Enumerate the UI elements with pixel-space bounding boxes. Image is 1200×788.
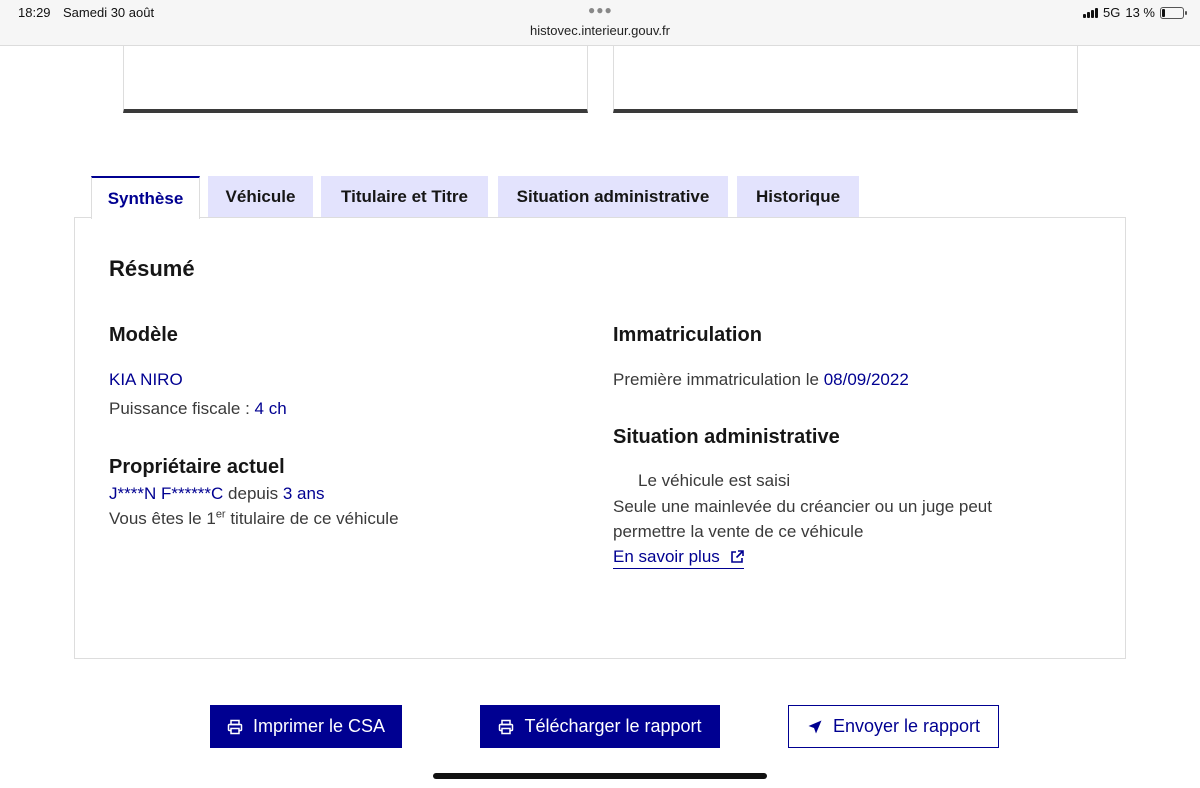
holder-rank-sup: er: [215, 508, 226, 521]
home-indicator[interactable]: [433, 773, 767, 779]
printer-icon: [227, 719, 243, 734]
network-type: 5G: [1103, 5, 1121, 20]
download-report-button[interactable]: Télécharger le rapport: [480, 705, 720, 748]
ios-status-bar: 18:29 Samedi 30 août ●●● histovec.interi…: [0, 0, 1200, 46]
admin-status: Le véhicule est saisi: [638, 471, 791, 490]
fiscal-power-label: Puissance fiscale :: [109, 399, 255, 418]
owner-since-label: depuis: [223, 484, 283, 503]
printer-icon: [499, 719, 514, 734]
send-report-label: Envoyer le rapport: [832, 716, 981, 736]
external-link-icon: [730, 550, 744, 563]
first-registration: Première immatriculation le 08/09/2022: [613, 370, 909, 390]
fiscal-power: Puissance fiscale : 4 ch: [109, 399, 287, 419]
admin-line-1: Seule une mainlevée du créancier ou un j…: [613, 497, 992, 516]
print-csa-button[interactable]: Imprimer le CSA: [210, 705, 402, 748]
download-report-label: Télécharger le rapport: [524, 716, 702, 736]
top-card-left: [123, 46, 588, 113]
send-report-button[interactable]: Envoyer le rapport: [788, 705, 999, 748]
tab-vehicule[interactable]: Véhicule: [208, 176, 313, 218]
send-icon: [808, 720, 822, 733]
holder-rank: Vous êtes le 1er titulaire de ce véhicul…: [109, 509, 399, 529]
tab-titulaire-titre[interactable]: Titulaire et Titre: [321, 176, 488, 218]
battery-icon: [1160, 6, 1187, 19]
fiscal-power-value: 4 ch: [254, 399, 287, 418]
status-date: Samedi 30 août: [63, 5, 155, 20]
learn-more-label: En savoir plus: [613, 547, 720, 566]
holder-rank-suffix: titulaire de ce véhicule: [225, 509, 399, 528]
status-time: 18:29: [18, 5, 51, 20]
registration-heading: Immatriculation: [613, 324, 762, 346]
tab-historique[interactable]: Historique: [737, 176, 859, 218]
top-card-right: [613, 46, 1078, 113]
status-indicators: 5G 13 %: [1083, 5, 1187, 20]
model-name: KIA NIRO: [109, 370, 183, 389]
owner-line: J****N F******C depuis 3 ans: [109, 484, 324, 504]
owner-heading: Propriétaire actuel: [109, 456, 285, 478]
signal-icon: [1083, 7, 1099, 18]
synthese-panel: Résumé Modèle KIA NIRO Puissance fiscale…: [74, 217, 1126, 659]
model-heading: Modèle: [109, 324, 178, 346]
summary-title: Résumé: [109, 256, 195, 281]
address-bar-url[interactable]: histovec.interieur.gouv.fr: [0, 23, 1200, 38]
first-registration-label: Première immatriculation le: [613, 370, 824, 389]
learn-more-link[interactable]: En savoir plus: [613, 547, 744, 569]
print-csa-label: Imprimer le CSA: [252, 716, 386, 736]
first-registration-date: 08/09/2022: [823, 370, 909, 389]
tab-situation-administrative[interactable]: Situation administrative: [498, 176, 728, 218]
battery-percent: 13 %: [1125, 5, 1155, 20]
tab-menu-dots[interactable]: ●●●: [588, 3, 613, 17]
admin-heading: Situation administrative: [613, 426, 840, 448]
owner-since-value: 3 ans: [282, 484, 325, 503]
holder-rank-prefix: Vous êtes le 1: [109, 509, 216, 528]
admin-line-2: permettre la vente de ce véhicule: [613, 522, 864, 541]
owner-name: J****N F******C: [109, 484, 224, 503]
tab-synthese[interactable]: Synthèse: [91, 176, 200, 219]
